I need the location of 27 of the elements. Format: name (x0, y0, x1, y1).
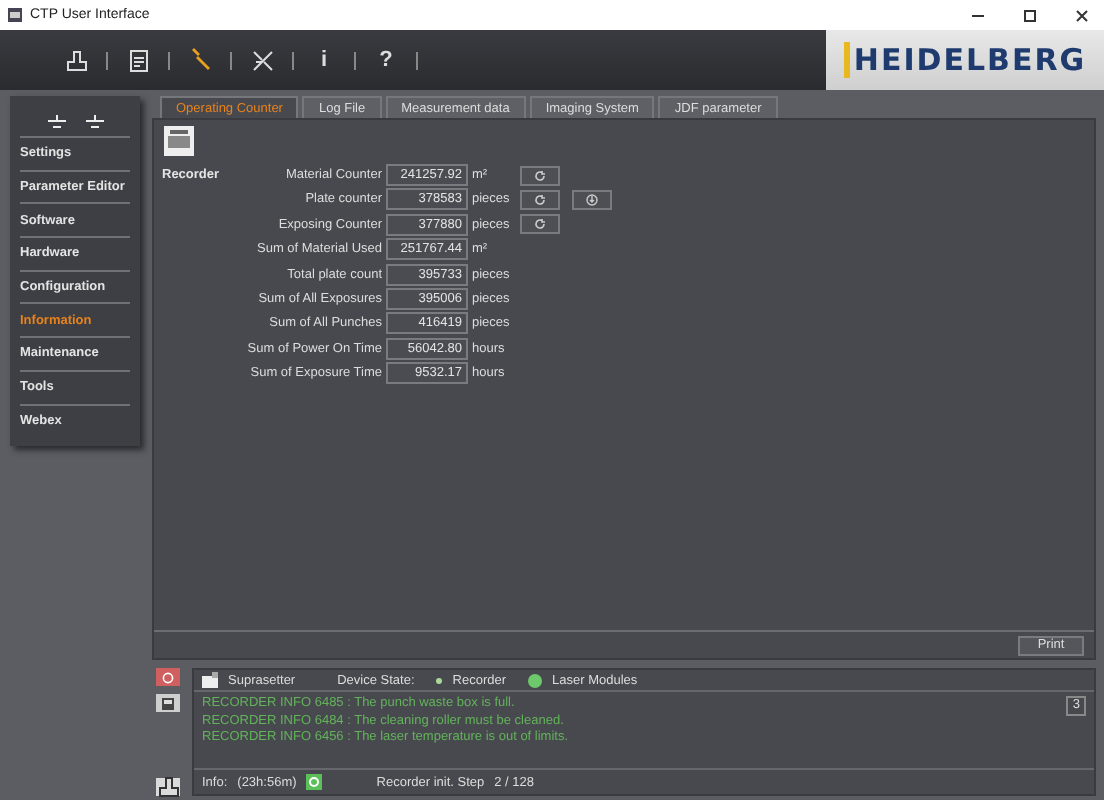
document-icon (129, 49, 147, 71)
close-button[interactable] (1072, 7, 1092, 23)
stamp-icon (157, 776, 179, 798)
reset-button[interactable] (520, 189, 560, 210)
reset-icon (534, 218, 546, 231)
collapse-icon[interactable] (47, 113, 65, 127)
maximize-button[interactable] (1020, 7, 1040, 23)
ok-icon (306, 774, 323, 790)
save-button[interactable] (156, 694, 180, 712)
reset-button[interactable] (520, 214, 560, 235)
download-button[interactable] (572, 189, 612, 210)
download-icon (586, 193, 598, 206)
stamp-icon (65, 49, 87, 71)
device-button[interactable] (156, 778, 180, 796)
reset-icon (534, 193, 546, 206)
toolbar-button[interactable]: i (308, 44, 340, 76)
device-icon (164, 126, 194, 156)
disk-icon (162, 697, 174, 709)
logo: HEIDELBERG (843, 42, 1087, 78)
app-icon (8, 8, 22, 22)
expand-icon[interactable] (85, 113, 103, 127)
reset-button[interactable] (520, 165, 560, 185)
toolbar-button[interactable]: ? (370, 44, 402, 76)
reset-icon (534, 169, 546, 181)
wrench-icon (188, 48, 212, 72)
power-icon (162, 671, 174, 683)
stop-button[interactable] (156, 668, 180, 686)
